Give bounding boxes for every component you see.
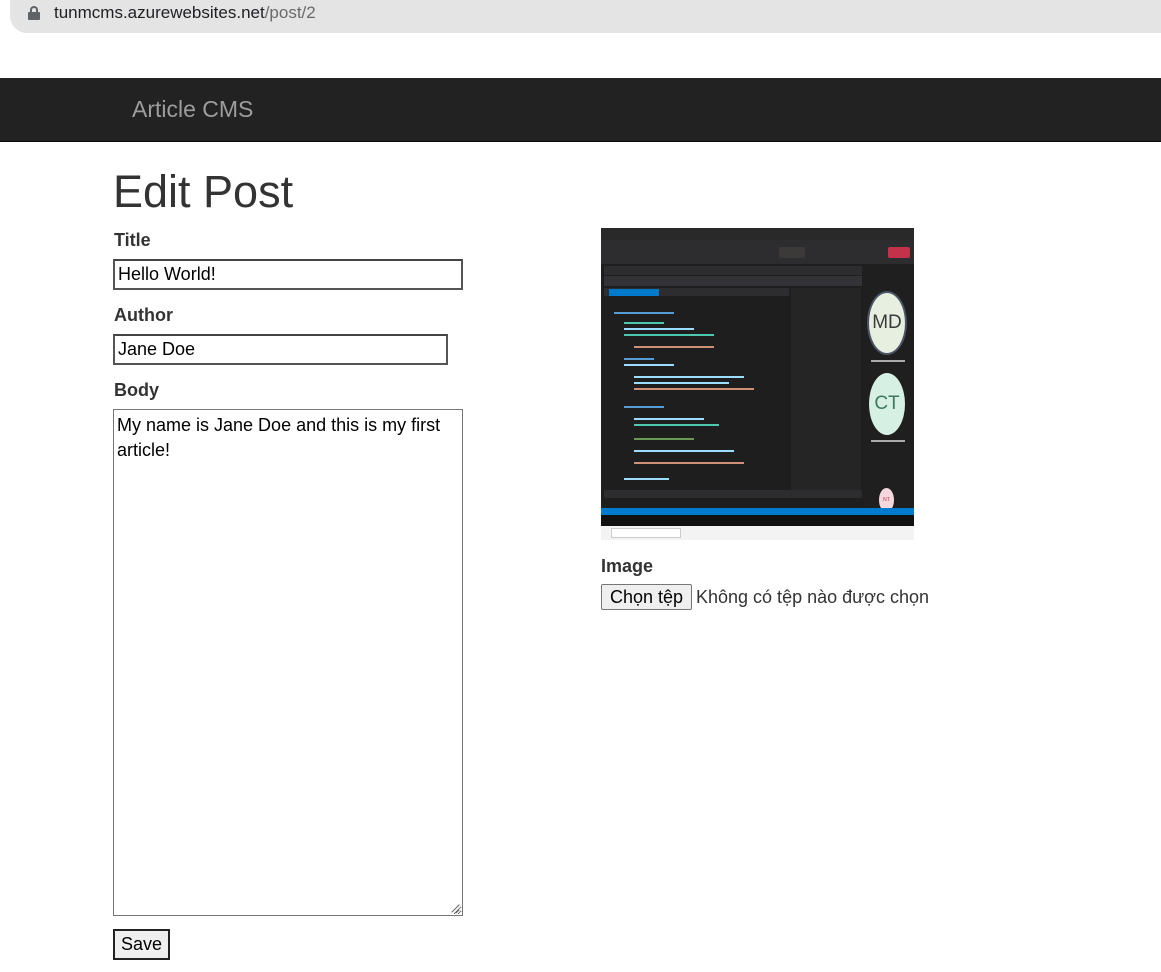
save-button[interactable]: Save <box>113 929 171 960</box>
post-image-preview: MD CT NT <box>601 228 914 540</box>
resize-grip-icon[interactable] <box>449 902 461 914</box>
body-label: Body <box>114 380 159 400</box>
page-title: Edit Post <box>113 166 294 217</box>
image-label: Image <box>601 556 654 576</box>
preview-solution-explorer <box>791 288 861 492</box>
preview-avatar-ct: CT <box>869 373 905 435</box>
preview-code-editor <box>604 298 789 490</box>
choose-file-button[interactable]: Chọn tệp <box>601 584 693 610</box>
address-bar[interactable]: tunmcms.azurewebsites.net/post/2 <box>10 0 1161 33</box>
navbar: Article CMS <box>0 78 1161 142</box>
preview-window-titlebar <box>601 228 914 240</box>
preview-avatar-md: MD <box>867 291 907 355</box>
lock-icon[interactable] <box>27 6 41 20</box>
body-textarea[interactable]: My name is Jane Doe and this is my first… <box>113 409 463 916</box>
brand-link[interactable]: Article CMS <box>132 96 253 123</box>
file-status-text: Không có tệp nào được chọn <box>696 587 930 607</box>
url-host: tunmcms.azurewebsites.net <box>54 3 265 22</box>
title-label: Title <box>114 230 151 250</box>
title-input[interactable] <box>113 259 463 290</box>
author-label: Author <box>114 305 173 325</box>
author-input[interactable] <box>113 334 448 365</box>
url-text[interactable]: tunmcms.azurewebsites.net/post/2 <box>54 3 316 23</box>
url-path: /post/2 <box>264 3 316 22</box>
